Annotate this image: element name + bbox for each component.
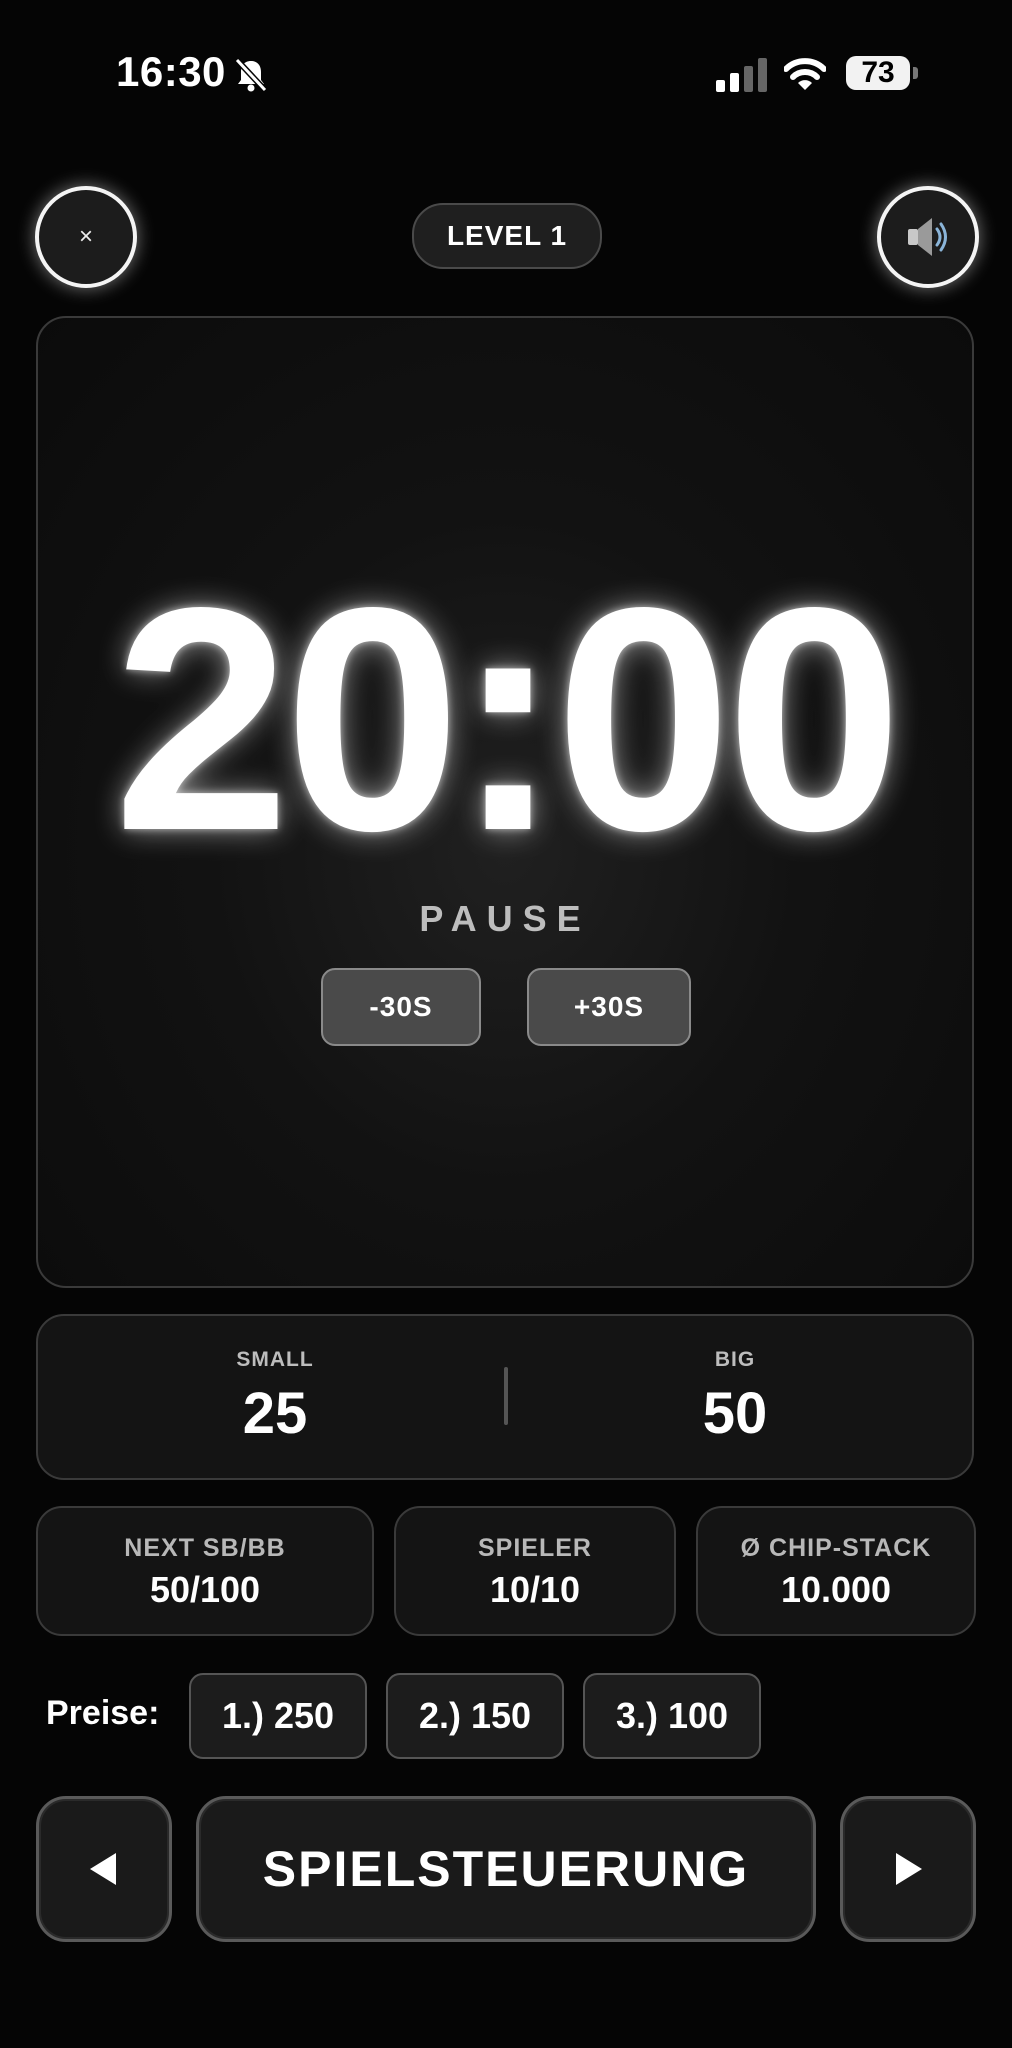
status-time: 16:30 (116, 48, 226, 95)
close-icon: × (78, 223, 93, 250)
battery-icon: 73 (846, 56, 920, 92)
players-card: SPIELER 10/10 (394, 1506, 676, 1636)
cellular-signal-icon (716, 58, 767, 92)
stat-value: 10/10 (489, 1569, 581, 1610)
next-blinds-card: NEXT SB/BB 50/100 (36, 1506, 374, 1636)
countdown-timer: 20:00 (113, 542, 902, 897)
game-control-label: SPIELSTEUERUNG (262, 1841, 750, 1897)
big-blind-label: BIG (714, 1348, 756, 1371)
stat-label: NEXT SB/BB (124, 1534, 286, 1562)
timer-state-label: PAUSE (419, 898, 591, 939)
battery-level: 73 (846, 56, 910, 90)
triangle-left-icon (90, 1853, 116, 1885)
small-blind-value: 25 (242, 1381, 308, 1446)
wifi-icon (784, 58, 826, 90)
triangle-right-icon (896, 1853, 922, 1885)
stat-label: SPIELER (478, 1534, 592, 1562)
previous-level-button[interactable] (36, 1796, 172, 1942)
sound-button[interactable] (877, 186, 979, 288)
stat-value: 10.000 (780, 1569, 892, 1610)
close-button[interactable]: × (35, 186, 137, 288)
blinds-divider (504, 1367, 508, 1425)
minus-30s-button[interactable]: -30S (321, 968, 481, 1046)
prize-second[interactable]: 2.) 150 (386, 1673, 564, 1759)
stat-value: 50/100 (149, 1569, 261, 1610)
small-blind-label: SMALL (236, 1348, 314, 1371)
stat-label: Ø CHIP-STACK (740, 1534, 932, 1562)
level-badge: LEVEL 1 (412, 203, 602, 269)
next-level-button[interactable] (840, 1796, 976, 1942)
prize-third[interactable]: 3.) 100 (583, 1673, 761, 1759)
plus-30s-button[interactable]: +30S (527, 968, 691, 1046)
big-blind-value: 50 (702, 1381, 768, 1446)
game-control-button[interactable]: SPIELSTEUERUNG (196, 1796, 816, 1942)
chip-stack-card: Ø CHIP-STACK 10.000 (696, 1506, 976, 1636)
speaker-icon (908, 218, 947, 256)
bell-muted-icon (234, 57, 268, 93)
prize-first[interactable]: 1.) 250 (189, 1673, 367, 1759)
prizes-label: Preise: (46, 1694, 160, 1732)
